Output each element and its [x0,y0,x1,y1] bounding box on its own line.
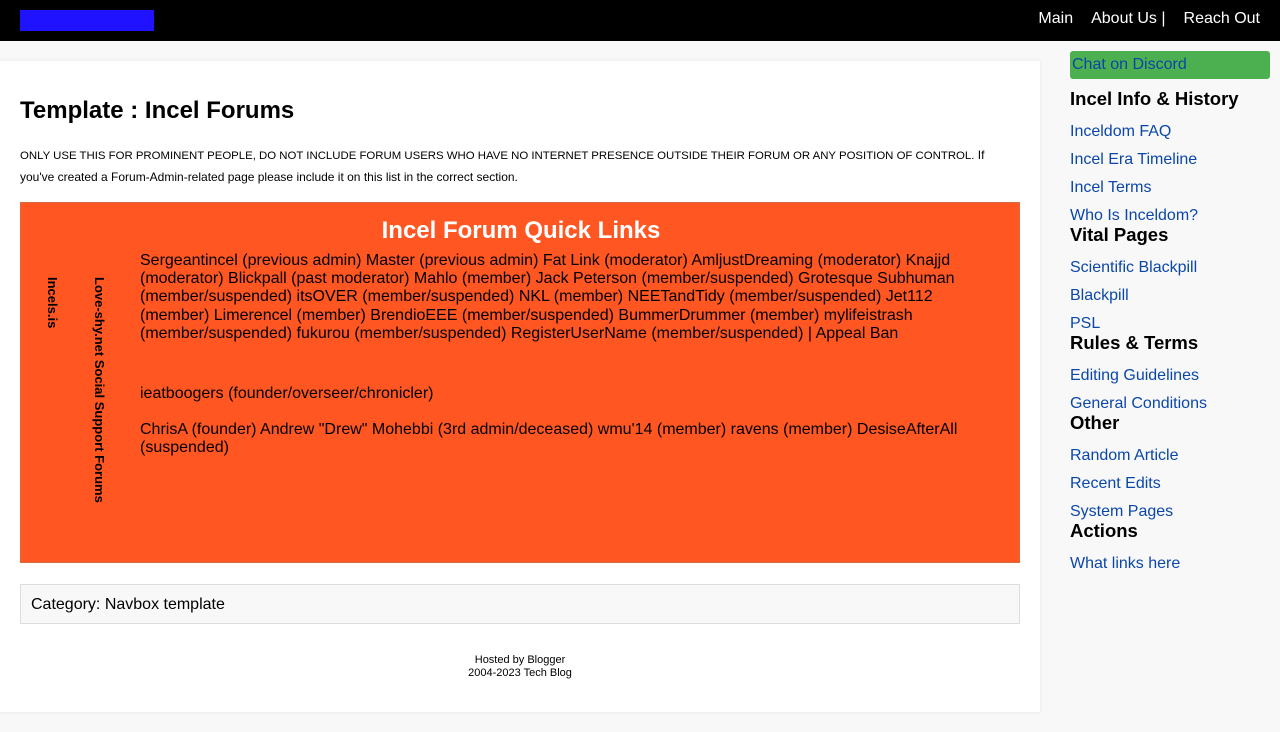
sidebar-list-other: Random Article Recent Edits System Pages [1070,447,1270,521]
sidebar-link-system-pages[interactable]: System Pages [1070,503,1270,521]
navbox-title: Incel Forum Quick Links [381,217,661,244]
sidebar-list-rules: Editing Guidelines General Conditions [1070,367,1270,413]
sidebar-heading-actions: Actions [1070,520,1138,541]
sidebar-link-random-article[interactable]: Random Article [1070,447,1270,475]
navbox-group-incels-is[interactable]: Sergeantincel (previous admin) Master (p… [140,252,990,343]
footer-hosted: Hosted by Blogger [474,654,566,666]
sidebar: Chat on Discord Incel Info & History Inc… [1070,51,1270,573]
sidebar-link-what-links-here[interactable]: What links here [1070,555,1270,573]
sidebar-link-incel-terms[interactable]: Incel Terms [1070,179,1270,207]
footer-copyright: 2004-2023 Tech Blog [468,667,572,679]
sidebar-list-info: Inceldom FAQ Incel Era Timeline Incel Te… [1070,123,1270,225]
sidebar-link-blackpill[interactable]: Blackpill [1070,287,1270,315]
sidebar-link-psl[interactable]: PSL [1070,315,1270,333]
sidebar-link-recent-edits[interactable]: Recent Edits [1070,475,1270,503]
notice-text: ONLY USE THIS FOR PROMINENT PEOPLE, DO N… [20,145,1022,188]
navbox: Incel Forum Quick Links Incels.is Love-s… [20,202,1020,563]
top-bar: Main About Us | Reach Out [0,0,1280,41]
navbox-group-love-shy-founder[interactable]: ieatboogers (founder/overseer/chronicler… [140,385,990,403]
nav-about-us[interactable]: About Us | [1091,10,1165,28]
sidebar-heading-vital: Vital Pages [1070,224,1169,245]
discord-button[interactable]: Chat on Discord [1070,51,1270,79]
sidebar-link-era-timeline[interactable]: Incel Era Timeline [1070,151,1270,179]
sidebar-list-actions: What links here [1070,555,1270,573]
sidebar-link-editing-guidelines[interactable]: Editing Guidelines [1070,367,1270,395]
sidebar-link-scientific-blackpill[interactable]: Scientific Blackpill [1070,259,1270,287]
navbox-group-label-incels-is[interactable]: Incels.is [45,277,60,328]
category-box[interactable]: Category: Navbox template [20,584,1020,624]
sidebar-heading-other: Other [1070,412,1120,433]
top-nav: Main About Us | Reach Out [1038,10,1260,28]
footer: Hosted by Blogger 2004-2023 Tech Blog [0,654,1040,680]
navbox-group-label-love-shy[interactable]: Love-shy.net Social Support Forums [92,277,107,503]
sidebar-link-inceldom-faq[interactable]: Inceldom FAQ [1070,123,1270,151]
site-logo[interactable] [20,10,154,31]
sidebar-heading-rules: Rules & Terms [1070,332,1199,353]
sidebar-list-vital: Scientific Blackpill Blackpill PSL [1070,259,1270,333]
sidebar-heading-info: Incel Info & History [1070,88,1239,109]
notice-caps: ONLY USE THIS FOR PROMINENT PEOPLE, DO N… [20,150,975,162]
navbox-group-love-shy-members[interactable]: ChrisA (founder) Andrew "Drew" Mohebbi (… [140,421,990,457]
nav-main[interactable]: Main [1038,10,1073,28]
sidebar-link-general-conditions[interactable]: General Conditions [1070,395,1270,413]
page-title: Template : Incel Forums [20,97,295,124]
sidebar-link-who-is-inceldom[interactable]: Who Is Inceldom? [1070,207,1270,225]
nav-reach-out[interactable]: Reach Out [1184,10,1260,28]
